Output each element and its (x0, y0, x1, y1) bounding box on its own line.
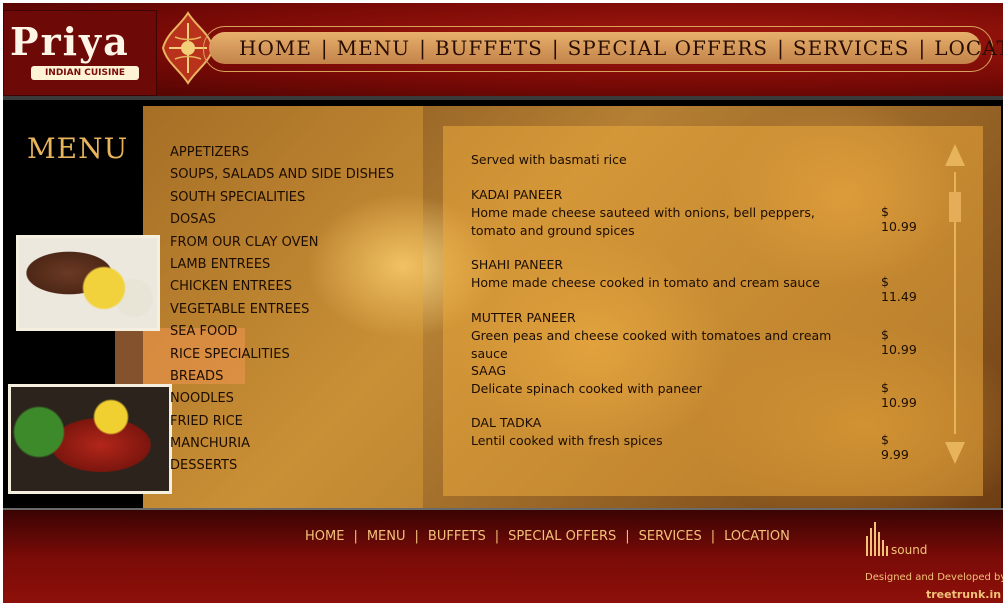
category-item-sea-food[interactable]: SEA FOOD (170, 321, 394, 343)
category-item-chicken-entrees[interactable]: CHICKEN ENTREES (170, 276, 394, 298)
sound-label: sound (891, 543, 928, 557)
menu-item: SHAHI PANEER Home made cheese cooked in … (471, 256, 917, 304)
nav-divider: | (419, 36, 426, 60)
nav-divider: | (551, 36, 559, 60)
nav-services[interactable]: SERVICES (793, 36, 910, 60)
menu-intro: Served with basmati rice (471, 152, 627, 167)
footer-nav-special-offers[interactable]: SPECIAL OFFERS (508, 529, 616, 544)
menu-item-description: Delicate spinach cooked with paneer (471, 381, 702, 396)
category-item-desserts[interactable]: DESSERTS (170, 455, 394, 477)
logo[interactable]: Priya INDIAN CUISINE (3, 10, 157, 96)
menu-item: KADAI PANEER Home made cheese sauteed wi… (471, 186, 917, 240)
nav-menu[interactable]: MENU (337, 36, 410, 60)
category-list: APPETIZERS SOUPS, SALADS AND SIDE DISHES… (170, 142, 394, 478)
header: Priya INDIAN CUISINE HOME | MENU | BUFFE… (3, 3, 1003, 96)
menu-item-price: $ 10.99 (881, 380, 917, 410)
nav-special-offers[interactable]: SPECIAL OFFERS (568, 36, 769, 60)
footer-nav-divider: | (414, 529, 419, 544)
footer-nav-divider: | (625, 529, 630, 544)
category-item-breads[interactable]: BREADS (170, 366, 394, 388)
menu-item-price: $ 10.99 (881, 327, 917, 357)
menu-item-name: DAL TADKA (471, 415, 542, 430)
category-item-clay-oven[interactable]: FROM OUR CLAY OVEN (170, 232, 394, 254)
category-item-vegetable-entrees[interactable]: VEGETABLE ENTREES (170, 299, 394, 321)
footer-nav-divider: | (710, 529, 716, 544)
logo-name: Priya (10, 19, 130, 64)
menu-item-description: Home made cheese cooked in tomato and cr… (471, 275, 820, 290)
category-item-manchuria[interactable]: MANCHURIA (170, 433, 394, 455)
footer-nav: HOME | MENU | BUFFETS | SPECIAL OFFERS |… (305, 529, 790, 544)
menu-item-name: SAAG (471, 363, 507, 378)
main-nav: HOME | MENU | BUFFETS | SPECIAL OFFERS |… (209, 32, 1003, 64)
food-thumbnail-lamb (16, 235, 160, 331)
footer: HOME | MENU | BUFFETS | SPECIAL OFFERS |… (3, 508, 1003, 603)
developer-link[interactable]: treetrunk.in (926, 588, 1001, 601)
nav-buffets[interactable]: BUFFETS (435, 36, 543, 60)
logo-tagline: INDIAN CUISINE (31, 66, 139, 80)
menu-item-price: $ 10.99 (881, 204, 917, 234)
category-item-appetizers[interactable]: APPETIZERS (170, 142, 394, 164)
scroll-up-arrow-icon[interactable] (945, 144, 965, 166)
nav-location[interactable]: LOCATION (934, 36, 1003, 60)
category-item-south-specialities[interactable]: SOUTH SPECIALITIES (170, 187, 394, 209)
nav-divider: | (777, 36, 784, 60)
footer-nav-home[interactable]: HOME (305, 529, 344, 544)
category-item-lamb-entrees[interactable]: LAMB ENTREES (170, 254, 394, 276)
menu-item-name: MUTTER PANEER (471, 310, 576, 325)
menu-item-description: Home made cheese sauteed with onions, be… (471, 205, 815, 238)
footer-nav-services[interactable]: SERVICES (639, 529, 702, 544)
nav-divider: | (918, 36, 926, 60)
footer-nav-buffets[interactable]: BUFFETS (428, 529, 486, 544)
category-item-fried-rice[interactable]: FRIED RICE (170, 411, 394, 433)
footer-nav-divider: | (494, 529, 500, 544)
nav-home[interactable]: HOME (239, 36, 312, 60)
sound-toggle[interactable]: sound (865, 522, 945, 557)
footer-nav-location[interactable]: LOCATION (724, 529, 790, 544)
menu-heading: MENU (27, 132, 129, 165)
menu-item-price: $ 9.99 (881, 432, 909, 462)
category-item-dosas[interactable]: DOSAS (170, 209, 394, 231)
scroll-down-arrow-icon[interactable] (945, 442, 965, 464)
menu-item-description: Green peas and cheese cooked with tomato… (471, 328, 832, 361)
designed-by-text: Designed and Developed by (865, 572, 1003, 583)
category-item-soups-salads[interactable]: SOUPS, SALADS AND SIDE DISHES (170, 164, 394, 186)
page-frame: Priya INDIAN CUISINE HOME | MENU | BUFFE… (3, 3, 1003, 603)
menu-item: SAAG Delicate spinach cooked with paneer… (471, 362, 917, 410)
footer-nav-divider: | (353, 529, 358, 544)
main-content: MENU APPETIZERS SOUPS, SALADS AND SIDE D… (3, 96, 1003, 512)
menu-item-name: KADAI PANEER (471, 187, 563, 202)
menu-item: DAL TADKA Lentil cooked with fresh spice… (471, 414, 909, 462)
menu-item-price: $ 11.49 (881, 274, 917, 304)
category-item-rice-specialities[interactable]: RICE SPECIALITIES (170, 344, 394, 366)
scroll-thumb[interactable] (949, 192, 961, 222)
menu-item: MUTTER PANEER Green peas and cheese cook… (471, 309, 917, 363)
sound-bars-icon (866, 522, 888, 556)
footer-nav-menu[interactable]: MENU (367, 529, 406, 544)
nav-divider: | (320, 36, 328, 60)
food-thumbnail-tandoori (8, 384, 172, 494)
menu-item-name: SHAHI PANEER (471, 257, 564, 272)
menu-item-description: Lentil cooked with fresh spices (471, 433, 663, 448)
category-item-noodles[interactable]: NOODLES (170, 388, 394, 410)
